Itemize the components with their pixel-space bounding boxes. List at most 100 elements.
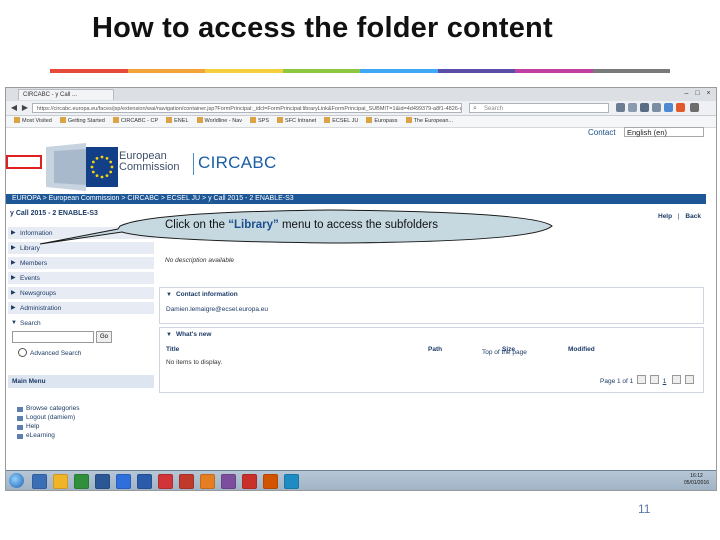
first-page-icon[interactable] [637,375,647,384]
taskbar-app-icon[interactable] [95,474,110,489]
bookmark-item[interactable]: Most Visited [14,116,52,127]
close-icon[interactable]: × [704,89,713,98]
next-page-icon[interactable] [672,375,682,384]
taskbar-app-icon[interactable] [53,474,68,489]
contact-information-header[interactable]: ▼ Contact information [166,291,238,298]
help-link[interactable]: Help [658,213,672,220]
bookmark-icon [250,117,257,123]
eu-star [95,156,99,160]
menu-icon[interactable] [690,103,699,112]
app-name: CIRCABC [198,153,277,172]
forward-arrow-icon[interactable]: ▶ [20,103,30,113]
language-select[interactable]: English (en) [624,127,704,137]
bookmark-item[interactable]: SFC Intranet [277,116,316,127]
main-menu-label: Browse categories [26,405,80,412]
main-menu-item-elearning[interactable]: eLearning [17,432,55,439]
address-bar[interactable]: https://circabc.europa.eu/faces/jsp/exte… [32,103,462,113]
advanced-search-link[interactable]: Advanced Search [18,348,81,357]
bookmark-item[interactable]: Europass [366,116,398,127]
eu-star [109,170,113,174]
bookmark-item[interactable]: Worldline - Nav [196,116,242,127]
main-menu-title: Main Menu [8,375,154,388]
main-menu-item-browse[interactable]: Browse categories [17,405,80,412]
main-content: No description available ▼ Contact inform… [159,227,704,467]
back-arrow-icon[interactable]: ◀ [9,103,19,113]
taskbar-app-icon[interactable] [158,474,173,489]
taskbar-app-icon[interactable] [116,474,131,489]
taskbar-app-icon[interactable] [221,474,236,489]
pager-current[interactable]: 1 [663,378,667,385]
sidebar-item-events[interactable]: ▶ Events [8,272,154,285]
contact-link[interactable]: Contact [588,128,616,137]
bookmark-item[interactable]: The European... [405,116,453,127]
deco-bar-segment [437,69,515,73]
taskbar-app-icon[interactable] [200,474,215,489]
sidebar-item-newsgroups[interactable]: ▶ Newsgroups [8,287,154,300]
bookmark-item[interactable]: SPS [250,116,269,127]
reading-list-icon[interactable] [628,103,637,112]
star-icon[interactable] [616,103,625,112]
sidebar-item-library[interactable]: ▶ Library [8,242,154,255]
back-link[interactable]: Back [685,213,701,220]
whats-new-title: What's new [175,331,212,338]
deco-bar-segment [515,69,593,73]
start-button[interactable] [9,473,24,488]
sidebar-item-members[interactable]: ▶ Members [8,257,154,270]
taskbar-app-icon[interactable] [74,474,89,489]
eu-star [100,155,104,159]
taskbar-clock: 16:12 05/01/2016 [684,473,709,487]
breadcrumb[interactable]: EUROPA > European Commission > CIRCABC >… [6,194,706,204]
deco-bar-segment [592,69,670,73]
deco-bar-segment [205,69,283,73]
deco-bar-segment [127,69,205,73]
european-commission-logo [46,143,118,191]
pager-label: Page 1 of 1 [600,378,634,385]
top-of-page-link[interactable]: Top of the page [482,349,527,356]
main-menu-item-help[interactable]: Help [17,423,39,430]
column-modified[interactable]: Modified [568,346,595,353]
taskbar-app-icon[interactable] [179,474,194,489]
sidebar-item-information[interactable]: ▶ Information [8,227,154,240]
column-title[interactable]: Title [166,346,179,353]
download-icon[interactable] [640,103,649,112]
callout-text: Click on the “Library” menu to access th… [165,219,438,231]
search-go-button[interactable]: Go [96,331,112,343]
ec-name-line2: Commission [119,161,180,173]
bookmark-item[interactable]: CIRCABC - CP [112,116,158,127]
column-path[interactable]: Path [428,346,442,353]
browser-tab[interactable]: CIRCABC - y Call ... [18,89,114,100]
bookmark-item[interactable]: Getting Started [59,116,105,127]
triangle-right-icon: ▶ [11,290,16,296]
bookmark-item[interactable]: ECSEL JU [324,116,358,127]
sidebar-item-administration[interactable]: ▶ Administration [8,302,154,315]
sync-icon[interactable] [664,103,673,112]
bookmark-label: Most Visited [22,118,52,124]
deco-bar-segment [360,69,438,73]
bookmark-item[interactable]: ENEL [166,116,189,127]
whats-new-header[interactable]: ▼ What's new [166,331,211,338]
main-menu-item-logout[interactable]: Logout (damiem) [17,414,75,421]
taskbar-app-icon[interactable] [263,474,278,489]
bookmark-label: Getting Started [67,118,105,124]
sidebar-search-input[interactable] [12,331,94,343]
contact-email-link[interactable]: Damien.lemaigre@ecsel.europa.eu [166,306,268,313]
taskbar-app-icon[interactable] [137,474,152,489]
triangle-right-icon: ▶ [11,275,16,281]
elearning-icon [17,434,23,439]
taskbar-app-icon[interactable] [284,474,299,489]
triangle-down-icon: ▼ [166,332,172,338]
browser-search-input[interactable]: ⌕ Search [469,103,609,113]
addon-icon[interactable] [676,103,685,112]
home-icon[interactable] [652,103,661,112]
minimize-icon[interactable]: – [682,89,691,98]
maximize-icon[interactable]: □ [693,89,702,98]
clock-date: 05/01/2016 [684,480,710,486]
prev-page-icon[interactable] [649,375,659,384]
taskbar-app-icon[interactable] [32,474,47,489]
taskbar-app-icon[interactable] [242,474,257,489]
contact-information-panel: ▼ Contact information Damien.lemaigre@ecs… [159,287,704,324]
screenshot-frame: CIRCABC - y Call ... – □ × ◀ ▶ https://c… [5,87,717,491]
link-separator: | [677,213,680,220]
callout-prefix: Click on the [165,219,229,231]
last-page-icon[interactable] [684,375,694,384]
